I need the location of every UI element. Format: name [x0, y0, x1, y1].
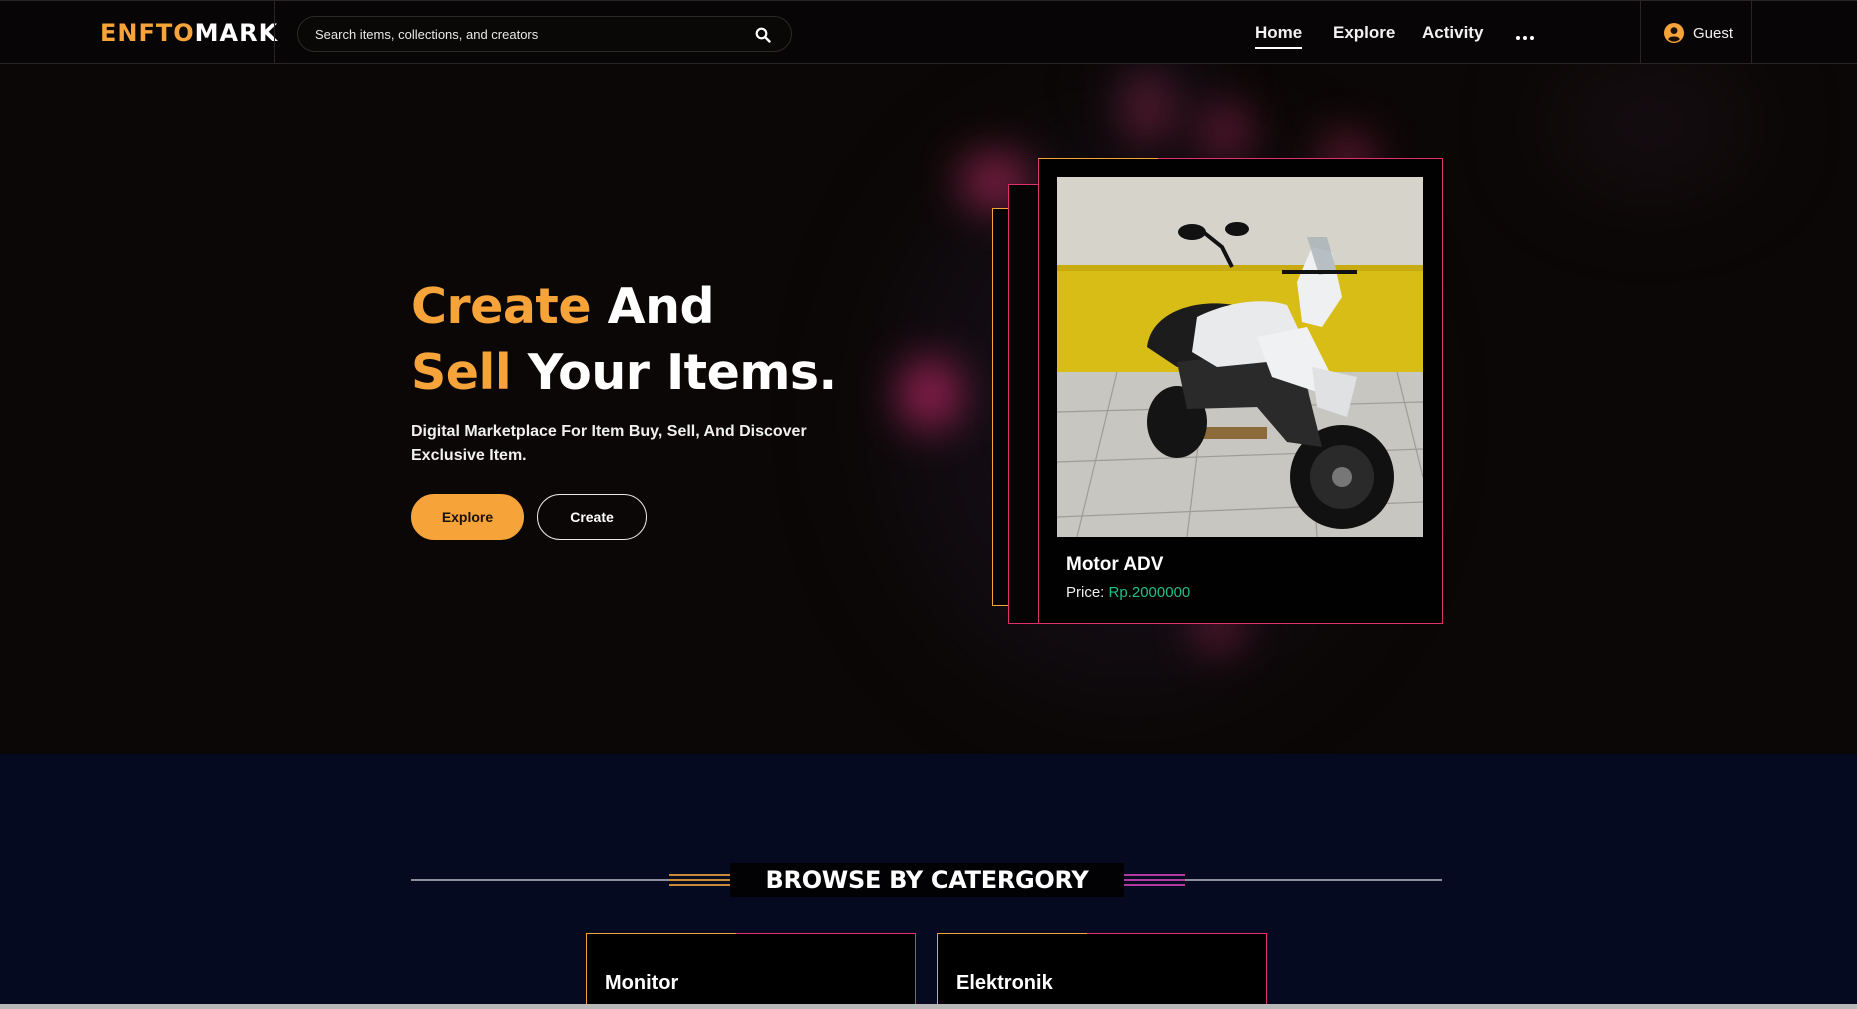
background-glow	[900, 359, 960, 429]
window-bottom-edge	[0, 1004, 1857, 1009]
background-glow	[1550, 64, 1750, 184]
user-menu[interactable]: Guest	[1640, 1, 1752, 65]
user-avatar-icon	[1664, 23, 1684, 43]
page: ENFTOMARK Home Explore Activity Guest	[0, 0, 1857, 1004]
hero-title-word: Sell	[411, 344, 512, 401]
item-name: Motor ADV	[1066, 554, 1164, 575]
stacked-card-middle	[1008, 184, 1038, 624]
category-card-monitor[interactable]: Monitor	[585, 932, 916, 1004]
hero-subtitle: Digital Marketplace For Item Buy, Sell, …	[411, 423, 807, 464]
hero-section: Create And Sell Your Items. Digital Mark…	[0, 64, 1857, 754]
top-navbar: ENFTOMARK Home Explore Activity Guest	[0, 0, 1857, 65]
background-glow	[1200, 104, 1250, 159]
logo[interactable]: ENFTOMARK	[100, 19, 278, 47]
title-decoration	[1124, 874, 1185, 886]
title-decoration	[669, 874, 730, 886]
category-label: Elektronik	[956, 972, 1053, 994]
divider	[411, 879, 671, 881]
hero-title-word: Create	[411, 278, 592, 335]
search-bar	[297, 16, 792, 52]
create-button[interactable]: Create	[537, 494, 647, 540]
search-input[interactable]	[315, 17, 735, 51]
search-icon[interactable]	[755, 27, 771, 43]
price-value: Rp.2000000	[1108, 584, 1191, 601]
section-title-box: BROWSE BY CATERGORY	[730, 863, 1124, 897]
featured-item-card[interactable]: Motor ADV Price: Rp.2000000	[1037, 157, 1443, 624]
price-label: Price:	[1066, 584, 1105, 601]
hero-title-word: And	[607, 278, 715, 335]
nav-explore[interactable]: Explore	[1333, 23, 1395, 43]
item-image	[1057, 177, 1423, 537]
item-price: Price: Rp.2000000	[1066, 584, 1190, 601]
nav-home[interactable]: Home	[1255, 23, 1303, 49]
section-title: BROWSE BY CATERGORY	[765, 866, 1089, 894]
hero-title-word: Your Items.	[527, 344, 837, 401]
divider	[274, 1, 275, 65]
user-label: Guest	[1693, 25, 1734, 42]
category-label: Monitor	[605, 972, 679, 994]
explore-button[interactable]: Explore	[411, 494, 524, 540]
logo-part-2: MARK	[194, 19, 279, 47]
browse-category-section: BROWSE BY CATERGORY Monitor Elektronik	[0, 754, 1857, 1004]
more-menu-icon[interactable]	[1516, 27, 1537, 45]
background-glow	[1125, 74, 1170, 144]
category-card-elektronik[interactable]: Elektronik	[936, 932, 1267, 1004]
hero-title: Create And Sell Your Items.	[411, 274, 837, 406]
logo-part-1: ENFTO	[100, 19, 195, 47]
nav-activity[interactable]: Activity	[1422, 23, 1483, 43]
